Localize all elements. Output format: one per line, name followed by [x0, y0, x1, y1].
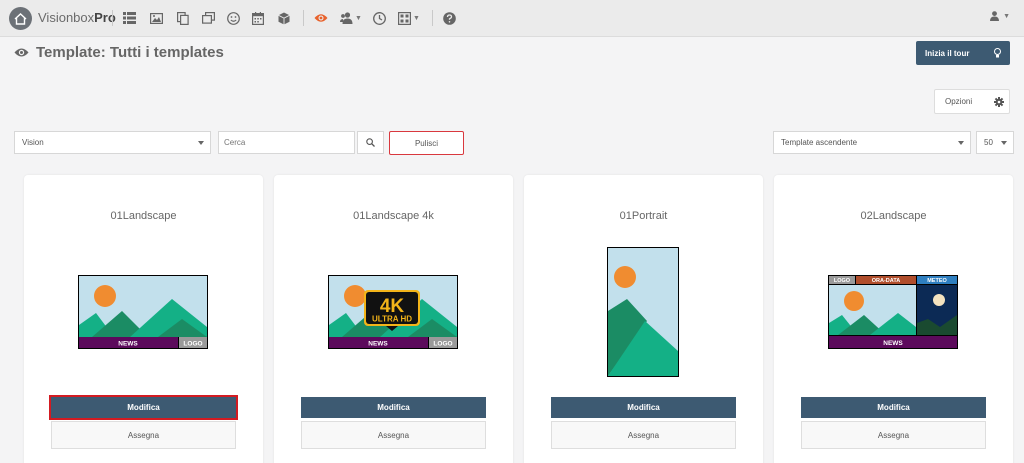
- image-icon[interactable]: [149, 11, 163, 25]
- news-bar-label: NEWS: [883, 340, 903, 347]
- template-preview-portrait[interactable]: [607, 247, 679, 377]
- template-title: 01Portrait: [619, 210, 668, 222]
- assign-button[interactable]: Assegna: [51, 421, 236, 449]
- page-title-text: Template: Tutti i templates: [36, 44, 224, 61]
- chevron-down-icon: ▼: [1003, 12, 1010, 20]
- assign-button[interactable]: Assegna: [301, 421, 486, 449]
- edit-button[interactable]: Modifica: [301, 397, 486, 418]
- template-card: 01Landscape NEWS LOGO Modifica Assegna: [24, 175, 263, 463]
- assign-button[interactable]: Assegna: [801, 421, 986, 449]
- list-icon[interactable]: [122, 11, 136, 25]
- edit-button[interactable]: Modifica: [551, 397, 736, 418]
- edit-button[interactable]: Modifica: [801, 397, 986, 418]
- lightbulb-icon: [994, 48, 1001, 58]
- brand-name[interactable]: VisionboxPro: [38, 10, 116, 25]
- eye-icon[interactable]: [314, 11, 328, 25]
- help-icon[interactable]: [442, 11, 456, 25]
- start-tour-button[interactable]: Inizia il tour: [916, 41, 1010, 65]
- options-button[interactable]: Opzioni: [934, 89, 1010, 114]
- logo-box-label: LOGO: [183, 341, 202, 348]
- cube-icon[interactable]: [277, 11, 291, 25]
- top-navbar: VisionboxPro ▼ ▼ ▼: [0, 0, 1024, 37]
- date-time-label: ORA-DATA: [872, 278, 901, 284]
- clock-icon[interactable]: [372, 11, 386, 25]
- home-logo-icon[interactable]: [9, 7, 32, 30]
- template-title: 01Landscape 4k: [353, 210, 434, 222]
- users-dropdown-icon[interactable]: ▼: [340, 11, 362, 25]
- template-preview-landscape-multizone[interactable]: LOGO ORA-DATA METEO NEWS: [828, 275, 958, 349]
- options-label: Opzioni: [945, 97, 973, 106]
- weather-label: METEO: [927, 278, 947, 284]
- template-preview-landscape-4k[interactable]: 4K ULTRA HD NEWS LOGO: [328, 275, 458, 349]
- chevron-down-icon: [198, 141, 204, 145]
- start-tour-label: Inizia il tour: [925, 48, 970, 58]
- assign-button[interactable]: Assegna: [551, 421, 736, 449]
- calendar-icon[interactable]: [251, 11, 265, 25]
- logo-box-label: LOGO: [433, 341, 452, 348]
- page-size-select[interactable]: 50: [976, 131, 1014, 154]
- news-bar-label: NEWS: [118, 341, 138, 348]
- nav-divider: [112, 10, 113, 26]
- edit-button[interactable]: Modifica: [51, 397, 236, 418]
- clone-icon[interactable]: [201, 11, 215, 25]
- chevron-down-icon: [1001, 141, 1007, 145]
- page-title: Template: Tutti i templates: [14, 44, 224, 61]
- vision-select-value: Vision: [22, 138, 44, 147]
- sort-select-value: Template ascendente: [781, 138, 858, 147]
- chevron-down-icon: [958, 141, 964, 145]
- vision-select[interactable]: Vision: [14, 131, 211, 154]
- eye-icon: [14, 48, 29, 57]
- template-card: 01Landscape 4k 4K ULTRA HD NEWS LOGO Mod…: [274, 175, 513, 463]
- page-size-value: 50: [984, 138, 993, 147]
- template-card: 02Landscape LOGO ORA-DATA METEO NEWS Mod…: [774, 175, 1013, 463]
- news-bar-label: NEWS: [368, 341, 388, 348]
- logo-box-label: LOGO: [834, 278, 851, 284]
- clear-button[interactable]: Pulisci: [389, 131, 464, 155]
- search-button[interactable]: [357, 131, 384, 154]
- 4k-ultra-hd-badge: 4K ULTRA HD: [364, 290, 420, 331]
- user-menu[interactable]: ▼: [990, 11, 1010, 21]
- gear-icon: [994, 97, 1004, 107]
- template-preview-landscape[interactable]: NEWS LOGO: [78, 275, 208, 349]
- template-title: 02Landscape: [860, 210, 927, 222]
- copy-icon[interactable]: [176, 11, 190, 25]
- sort-select[interactable]: Template ascendente: [773, 131, 971, 154]
- grid-dropdown-icon[interactable]: ▼: [398, 11, 420, 25]
- search-input[interactable]: [218, 131, 355, 154]
- svg-text:ULTRA HD: ULTRA HD: [372, 315, 412, 324]
- nav-divider: [432, 10, 433, 26]
- nav-divider: [303, 10, 304, 26]
- user-icon: [990, 11, 1000, 21]
- template-title: 01Landscape: [110, 210, 177, 222]
- smiley-icon[interactable]: [226, 11, 240, 25]
- template-card: 01Portrait Modifica Assegna: [524, 175, 763, 463]
- search-icon: [366, 138, 375, 147]
